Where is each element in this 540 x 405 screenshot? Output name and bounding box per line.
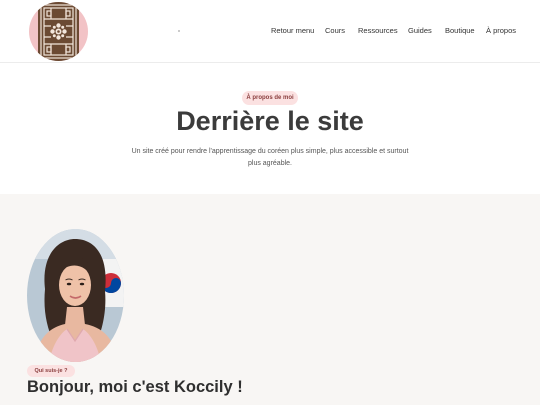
about-section: Qui suis-je ? Bonjour, moi c'est Koccily…	[0, 194, 540, 405]
nav-item-a-propos[interactable]: À propos	[486, 26, 516, 35]
nav-item-guides[interactable]: Guides	[408, 26, 432, 35]
about-heading: Bonjour, moi c'est Koccily !	[27, 378, 243, 396]
profile-photo	[27, 229, 124, 362]
main-nav: Retour menu Cours Ressources Guides Bout…	[0, 26, 540, 38]
nav-item-cours[interactable]: Cours	[325, 26, 345, 35]
nav-item-ressources[interactable]: Ressources	[358, 26, 398, 35]
who-am-i-badge: Qui suis-je ?	[27, 365, 75, 377]
page-subtitle: Un site créé pour rendre l'apprentissage…	[131, 148, 409, 167]
page-title: Derrière le site	[176, 106, 364, 136]
nav-item-boutique[interactable]: Boutique	[445, 26, 475, 35]
portrait-illustration-icon	[27, 229, 124, 362]
site-header: Retour menu Cours Ressources Guides Bout…	[0, 0, 540, 63]
about-badge: À propos de moi	[242, 91, 298, 105]
nav-item-retour-menu[interactable]: Retour menu	[271, 26, 314, 35]
hero-section: À propos de moi Derrière le site Un site…	[0, 64, 540, 194]
